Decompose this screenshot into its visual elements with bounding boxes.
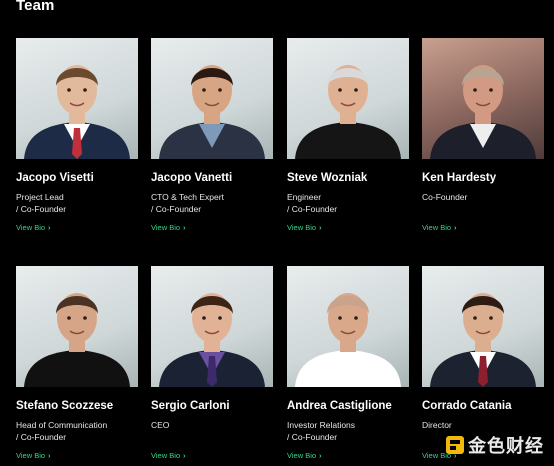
member-role-line: CEO — [151, 420, 170, 430]
view-bio-label: View Bio — [16, 223, 46, 232]
watermark: 金色财经 — [446, 432, 544, 458]
member-role-line: / Co-Founder — [16, 432, 67, 442]
team-heading: Team — [16, 0, 55, 14]
view-bio-label: View Bio — [151, 451, 181, 460]
member-photo — [151, 38, 273, 159]
chevron-right-icon: › — [183, 451, 186, 460]
view-bio-link[interactable]: View Bio › — [151, 451, 186, 460]
member-photo — [151, 266, 273, 387]
team-member-card: Ken Hardesty Co-Founder View Bio › — [422, 38, 544, 235]
member-photo — [16, 266, 138, 387]
view-bio-link[interactable]: View Bio › — [16, 451, 51, 460]
team-member-card: Andrea Castiglione Investor Relations / Co… — [287, 266, 409, 463]
member-name: Jacopo Vanetti — [151, 172, 233, 184]
member-photo — [16, 38, 138, 159]
view-bio-label: View Bio — [422, 223, 452, 232]
member-role-line: / Co-Founder — [151, 204, 202, 214]
member-role: Project Lead / Co-Founder — [16, 191, 138, 215]
team-member-card: Jacopo Vanetti CTO & Tech Expert / Co-Foun… — [151, 38, 273, 235]
team-member-card: Steve Wozniak Engineer / Co-Founder View Bi… — [287, 38, 409, 235]
member-role: CEO — [151, 419, 273, 443]
view-bio-link[interactable]: View Bio › — [287, 451, 322, 460]
member-name: Sergio Carloni — [151, 400, 230, 412]
view-bio-label: View Bio — [287, 451, 317, 460]
team-member-card: Sergio Carloni CEO View Bio › — [151, 266, 273, 463]
member-photo — [287, 38, 409, 159]
member-photo — [422, 38, 544, 159]
member-role: Co-Founder — [422, 191, 544, 215]
member-role-line: Co-Founder — [422, 192, 468, 202]
member-name: Stefano Scozzese — [16, 400, 114, 412]
member-role: Head of Communication / Co-Founder — [16, 419, 138, 443]
member-role: CTO & Tech Expert / Co-Founder — [151, 191, 273, 215]
team-member-card: Jacopo Visetti Project Lead / Co-Founder Vi… — [16, 38, 138, 235]
member-name: Steve Wozniak — [287, 172, 368, 184]
chevron-right-icon: › — [454, 223, 457, 232]
view-bio-link[interactable]: View Bio › — [422, 223, 457, 232]
member-photo — [287, 266, 409, 387]
member-name: Jacopo Visetti — [16, 172, 94, 184]
view-bio-label: View Bio — [16, 451, 46, 460]
view-bio-link[interactable]: View Bio › — [151, 223, 186, 232]
watermark-text: 金色财经 — [468, 436, 544, 456]
chevron-right-icon: › — [319, 451, 322, 460]
chevron-right-icon: › — [48, 223, 51, 232]
watermark-logo-icon — [446, 436, 464, 454]
member-role-line: CTO & Tech Expert — [151, 192, 224, 202]
member-role-line: Director — [422, 420, 452, 430]
member-role-line: / Co-Founder — [16, 204, 67, 214]
member-role: Investor Relations / Co-Founder — [287, 419, 409, 443]
member-role: Engineer / Co-Founder — [287, 191, 409, 215]
chevron-right-icon: › — [319, 223, 322, 232]
team-member-card: Stefano Scozzese Head of Communication / C… — [16, 266, 138, 463]
member-name: Corrado Catania — [422, 400, 512, 412]
member-role-line: Investor Relations — [287, 420, 356, 430]
view-bio-label: View Bio — [287, 223, 317, 232]
member-role-line: Head of Communication — [16, 420, 108, 430]
member-role-line: Project Lead — [16, 192, 64, 202]
member-role-line: Engineer — [287, 192, 322, 202]
chevron-right-icon: › — [48, 451, 51, 460]
member-name: Andrea Castiglione — [287, 400, 392, 412]
chevron-right-icon: › — [183, 223, 186, 232]
member-name: Ken Hardesty — [422, 172, 497, 184]
member-photo — [422, 266, 544, 387]
view-bio-link[interactable]: View Bio › — [16, 223, 51, 232]
view-bio-link[interactable]: View Bio › — [287, 223, 322, 232]
member-role-line: / Co-Founder — [287, 204, 338, 214]
view-bio-label: View Bio — [151, 223, 181, 232]
member-role-line: / Co-Founder — [287, 432, 338, 442]
